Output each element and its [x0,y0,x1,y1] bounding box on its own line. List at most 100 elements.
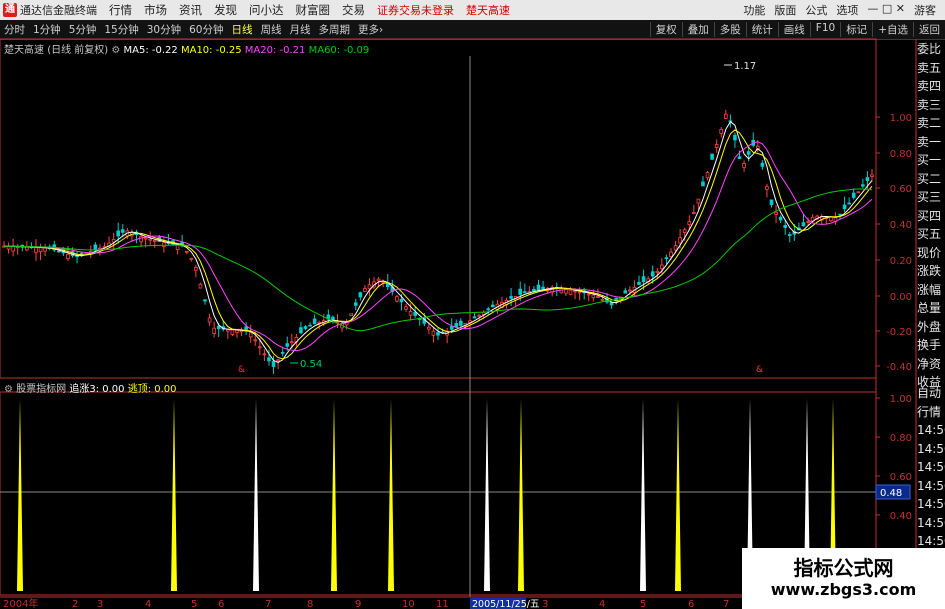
candle-body [427,326,431,330]
candle-body [152,239,157,242]
side-item-1[interactable]: 卖五 [917,59,945,78]
side-item-14[interactable]: 总量 [917,299,945,318]
y-tick-label: 1.00 [890,113,912,124]
side-item-15[interactable]: 外盘 [917,318,945,337]
upper-indicator-line: 楚天高速 (日线 前复权) ⚙ MA5: -0.22 MA10: -0.25 M… [4,41,369,56]
ma-lines [3,120,873,363]
side-item-11[interactable]: 现价 [917,244,945,263]
side-item-8[interactable]: 买三 [917,188,945,207]
x-axis-month: 11 [436,599,449,609]
candle-body [184,250,189,253]
y-tick-label: 0.60 [890,184,912,195]
signal-bar-yellow [675,398,681,591]
gear-icon[interactable]: ⚙ [111,45,120,56]
candle-body [395,296,399,302]
candle-body [436,332,440,336]
x-axis-month: 5 [640,599,646,609]
x-axis-month: 8 [307,599,313,609]
candle-body [404,306,408,310]
candle-body [838,213,842,216]
candle-body [66,253,70,260]
candle-body [637,281,641,285]
candle-body [477,314,481,317]
candle-body [203,299,207,302]
candle-body [509,296,513,299]
candle-body [353,302,358,306]
side-item-12[interactable]: 涨跌 [917,262,945,281]
x-axis-month: 6 [688,599,694,609]
candle-body [847,202,851,205]
candle-body [431,330,436,336]
candle-body [641,276,646,283]
signal-bar-white [640,398,646,591]
side-item-2[interactable]: 卖四 [917,77,945,96]
candle-body [724,113,728,119]
side-item-3[interactable]: 卖三 [917,96,945,115]
candle-body [299,327,303,334]
candle-body [34,247,38,253]
candle-body [11,246,15,252]
ma10-label: MA10: -0.25 [180,45,242,56]
taoding-label: 逃顶: 0.00 [127,384,177,395]
signal-bar-yellow [331,398,337,591]
side-item-6[interactable]: 买一 [917,151,945,170]
side-item-10[interactable]: 买五 [917,225,945,244]
candle-body [532,288,536,292]
crosshair-value: 0.48 [880,488,902,499]
candle-body [285,343,290,347]
watermark-url: www.zbgs3.com [770,580,917,599]
side-item-7[interactable]: 买二 [917,170,945,189]
candle-body [623,290,628,294]
candle-body [746,151,751,155]
indicator-settings-icon[interactable]: ⚙ [4,384,13,395]
y-tick-label: 0.00 [890,292,912,303]
tick-item-2: 14:50 [917,423,945,437]
side-item-5[interactable]: 卖一 [917,133,945,152]
signal-bar-yellow [388,398,394,591]
candle-body [856,191,861,194]
y-tick-label: 0.20 [890,256,912,267]
x-axis-year: 2004年 [3,597,38,609]
ma10-line [3,129,873,360]
candle-body [760,162,765,167]
split-marker: & [238,365,245,375]
indicator-name: 股票指标网 [16,384,67,395]
candle-body [280,352,285,354]
candle-body [57,250,61,253]
candle-body [486,308,491,311]
candle-body [303,326,308,329]
ma60-label: MA60: -0.09 [308,45,370,56]
min-price-label: 0.54 [300,359,322,370]
y-tick-label: -0.40 [886,362,912,373]
candle-body [687,221,692,225]
candle-body [216,325,221,330]
candle-body [349,313,353,317]
side-item-16[interactable]: 换手 [917,336,945,355]
signal-bar-yellow [518,398,524,591]
candle-body [655,271,660,273]
candle-body [678,237,682,244]
candle-body [43,247,47,252]
candle-body [189,257,194,260]
tick-item-5: 14:50 [917,478,945,493]
candle-body [609,302,614,306]
side-item-9[interactable]: 买四 [917,207,945,226]
candle-body [226,329,230,332]
watermark: 指标公式网 www.zbgs3.com [742,548,945,609]
side-item-0[interactable]: 委比 [917,40,945,59]
lower-y-tick-label: 0.40 [890,511,912,522]
candle-body [194,266,198,271]
zhuizhang-label: 追涨3: 0.00 [69,384,125,395]
side-item-13[interactable]: 涨幅 [917,281,945,300]
side-item-4[interactable]: 卖二 [917,114,945,133]
candle-body [162,242,166,247]
x-axis-month: 5 [191,599,197,609]
candle-body [207,317,212,323]
x-axis-month: 4 [599,599,605,609]
lower-indicator-line: ⚙ 股票指标网 追涨3: 0.00 逃顶: 0.00 [4,380,177,395]
candle-body [258,346,262,349]
kline-chart[interactable]: 1.00 0.80 0.60 0.40 0.20 0.00 -0.20 -0.40 1.00 0.… [0,0,945,609]
side-item-17[interactable]: 净资 [917,355,945,374]
candle-body [120,229,125,233]
x-axis-month: 3 [542,599,548,609]
